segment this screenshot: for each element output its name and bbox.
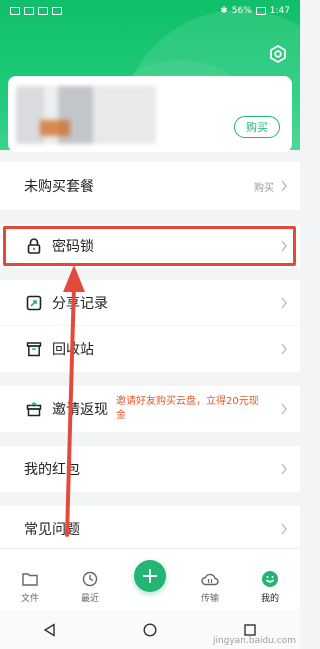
share-icon xyxy=(26,295,42,311)
bluetooth-icon: ✱ xyxy=(220,6,228,16)
chevron-right-icon xyxy=(281,343,287,355)
chevron-right-icon xyxy=(281,297,287,308)
tab-recent[interactable]: 最近 xyxy=(65,570,115,604)
invite-row[interactable]: 邀请返现 邀请好友购买云盘，立得20元现金 xyxy=(0,386,300,432)
home-circle-icon xyxy=(143,622,157,637)
tab-transfer-label: 传输 xyxy=(200,594,219,604)
faq-row[interactable]: 常见问题 xyxy=(0,506,300,552)
lock-icon xyxy=(26,238,42,254)
password-lock-label: 密码锁 xyxy=(52,239,94,255)
back-triangle-icon xyxy=(43,622,55,637)
sim-icon xyxy=(10,7,20,15)
chevron-right-icon xyxy=(281,463,287,475)
plus-icon: + xyxy=(134,560,166,592)
account-card: 购买 xyxy=(8,76,292,152)
app-notification-icon xyxy=(52,7,62,15)
home-button[interactable] xyxy=(142,622,158,638)
password-lock-row[interactable]: 密码锁 xyxy=(0,224,300,268)
invite-label: 邀请返现 xyxy=(52,402,108,418)
faq-right xyxy=(280,523,288,535)
recycle-bin-right xyxy=(280,343,288,355)
package-buy-link[interactable]: 购买 xyxy=(254,179,274,194)
package-row[interactable]: 未购买套餐 购买 xyxy=(0,162,300,210)
buy-button[interactable]: 购买 xyxy=(234,116,280,138)
clock-icon xyxy=(81,570,99,588)
bottom-tab-bar: 文件 最近 + 传输 我的 xyxy=(0,548,300,610)
cloud-transfer-icon xyxy=(201,570,219,588)
invite-promo-text: 邀请好友购买云盘，立得20元现金 xyxy=(116,396,259,421)
chevron-right-icon xyxy=(281,240,287,252)
password-lock-right xyxy=(280,240,288,252)
tab-add[interactable]: + xyxy=(125,560,175,604)
chevron-right-icon xyxy=(281,403,287,415)
tab-transfer[interactable]: 传输 xyxy=(185,570,235,604)
watermark: jingyan.baidu.com xyxy=(212,636,296,646)
message-icon xyxy=(24,7,34,15)
trash-icon xyxy=(26,341,42,357)
tab-recent-label: 最近 xyxy=(80,594,99,604)
chevron-right-icon xyxy=(281,523,287,535)
package-label: 未购买套餐 xyxy=(24,179,94,195)
red-packet-right xyxy=(280,463,288,475)
recycle-bin-label: 回收站 xyxy=(52,342,94,358)
red-packet-label: 我的红包 xyxy=(24,462,80,478)
tab-files[interactable]: 文件 xyxy=(5,570,55,604)
package-right: 购买 xyxy=(254,179,288,194)
status-bar: ✱ 56% 1:47 xyxy=(0,0,300,22)
status-right: ✱ 56% 1:47 xyxy=(220,6,290,16)
blurred-user-info xyxy=(16,86,156,144)
recycle-bin-row[interactable]: 回收站 xyxy=(0,326,300,372)
share-record-right xyxy=(280,297,288,309)
recents-square-icon xyxy=(244,623,256,636)
share-record-label: 分享记录 xyxy=(52,295,108,312)
status-left xyxy=(10,7,62,15)
battery-icon xyxy=(255,7,266,15)
red-packet-row[interactable]: 我的红包 xyxy=(0,446,300,492)
tab-mine-label: 我的 xyxy=(260,594,279,604)
gear-icon xyxy=(270,44,286,64)
wifi-icon xyxy=(38,7,48,15)
back-button[interactable] xyxy=(42,622,58,638)
folder-icon xyxy=(21,570,39,588)
profile-icon xyxy=(261,570,279,588)
status-time: 1:47 xyxy=(269,6,290,16)
tab-mine[interactable]: 我的 xyxy=(245,570,295,604)
share-record-row[interactable]: 分享记录 xyxy=(0,280,300,325)
system-nav-bar: jingyan.baidu.com xyxy=(0,610,300,649)
faq-label: 常见问题 xyxy=(24,522,80,538)
gift-icon xyxy=(26,401,42,417)
tab-files-label: 文件 xyxy=(20,594,39,604)
settings-button[interactable] xyxy=(268,44,288,64)
battery-level: 56% xyxy=(231,6,252,16)
invite-right xyxy=(280,403,288,415)
chevron-right-icon xyxy=(281,180,287,192)
